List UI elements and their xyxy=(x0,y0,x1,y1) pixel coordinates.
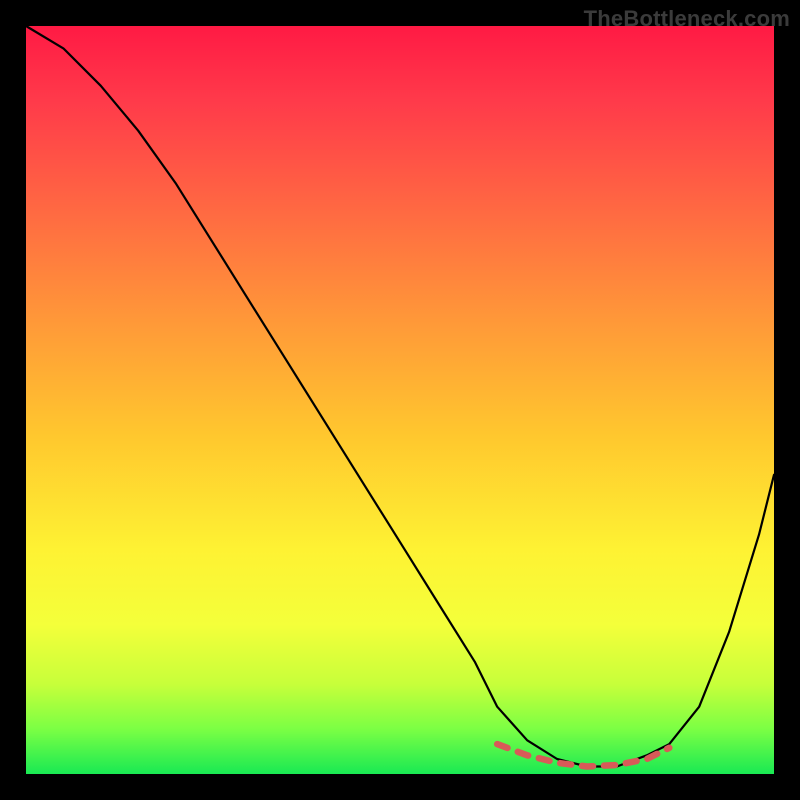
plot-area xyxy=(26,26,774,774)
main-curve-path xyxy=(26,26,774,767)
highlight-curve-path xyxy=(497,744,669,766)
curve-svg xyxy=(26,26,774,774)
chart-frame: TheBottleneck.com xyxy=(0,0,800,800)
